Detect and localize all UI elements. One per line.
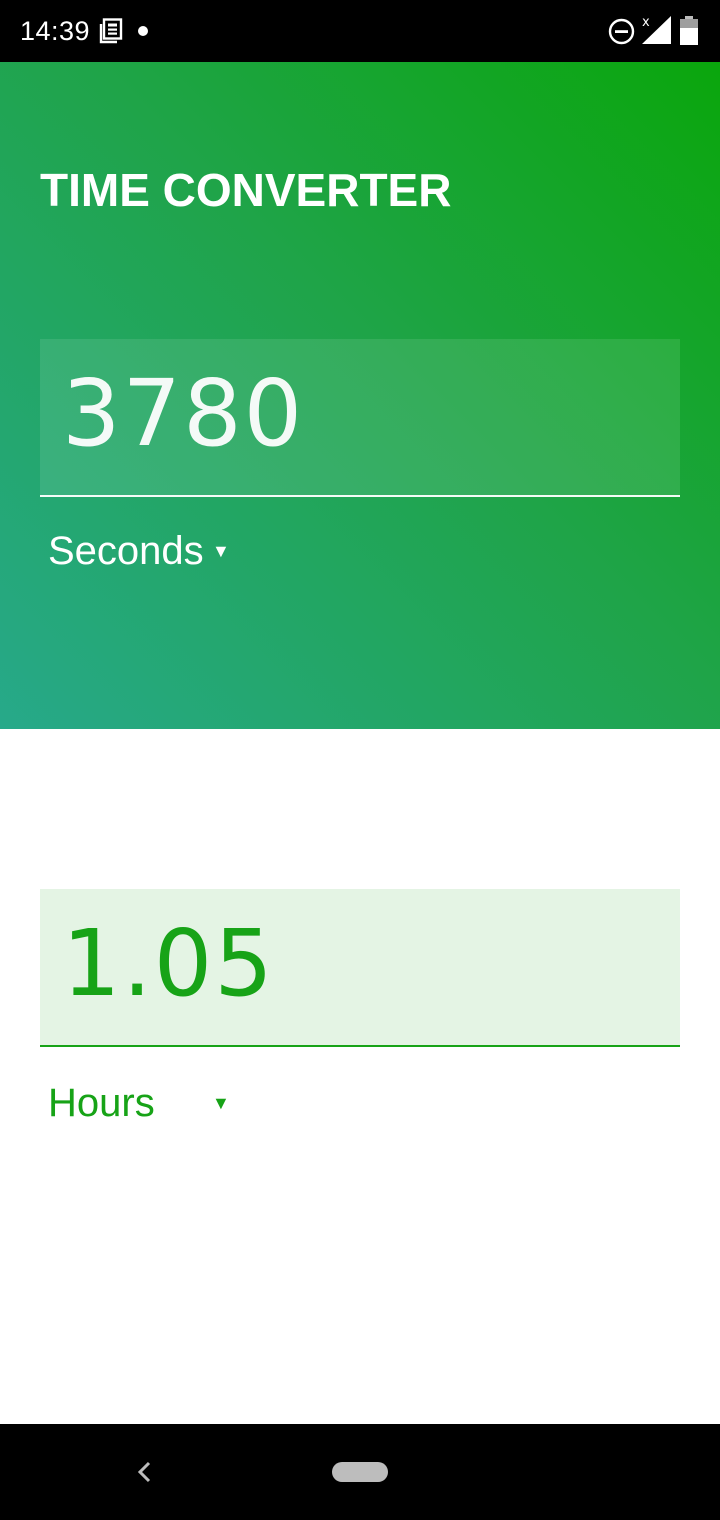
input-value[interactable]: 3780 xyxy=(62,359,304,469)
dropdown-arrow-icon: ▼ xyxy=(212,1093,230,1113)
to-unit-dropdown[interactable]: Hours ▼ xyxy=(48,1078,248,1128)
navigation-bar xyxy=(0,1424,720,1520)
converter-header: TIME CONVERTER 3780 Seconds ▼ xyxy=(0,62,720,729)
back-icon[interactable] xyxy=(130,1458,158,1486)
cellular-signal-icon: x xyxy=(640,14,674,46)
home-pill-icon[interactable] xyxy=(332,1462,388,1482)
status-bar: 14:39 x xyxy=(0,0,720,62)
status-time: 14:39 xyxy=(20,16,91,46)
input-value-field[interactable]: 3780 xyxy=(40,339,680,497)
app-title: TIME CONVERTER xyxy=(40,164,452,216)
battery-icon xyxy=(679,16,699,46)
output-value-field[interactable]: 1.05 xyxy=(40,889,680,1047)
news-icon xyxy=(99,18,123,44)
to-unit-label: Hours xyxy=(48,1081,155,1125)
dropdown-arrow-icon: ▼ xyxy=(212,541,230,561)
notification-dot-icon xyxy=(138,26,148,36)
svg-text:x: x xyxy=(642,15,650,30)
output-value[interactable]: 1.05 xyxy=(62,909,275,1019)
from-unit-label: Seconds xyxy=(48,529,204,573)
from-unit-dropdown[interactable]: Seconds ▼ xyxy=(48,526,230,576)
do-not-disturb-icon xyxy=(608,18,635,45)
